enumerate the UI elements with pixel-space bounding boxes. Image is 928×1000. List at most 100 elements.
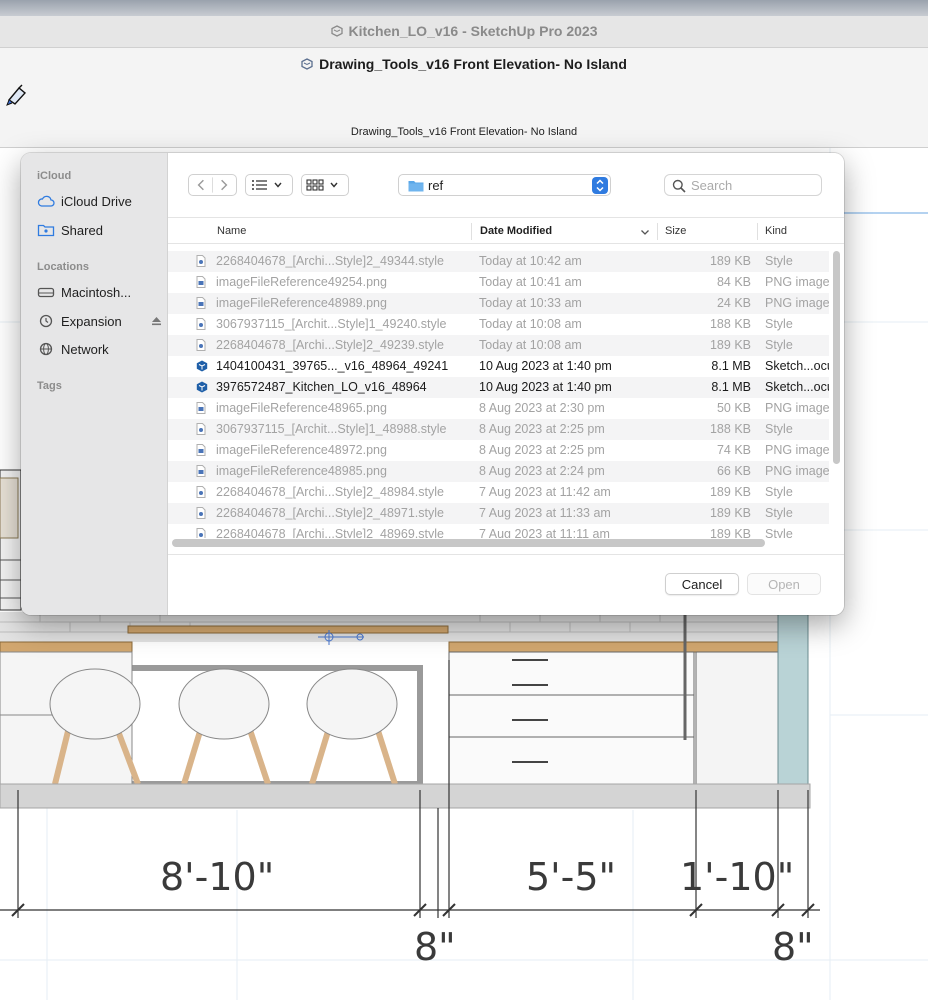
file-date: Today at 10:08 am	[479, 317, 582, 331]
open-button[interactable]: Open	[747, 573, 821, 595]
file-row[interactable]: imageFileReference48965.png 8 Aug 2023 a…	[168, 398, 829, 419]
dialog-footer: Cancel Open	[168, 554, 844, 615]
file-name: 3067937115_[Archit...Style]1_49240.style	[216, 317, 447, 331]
up-down-chevron-icon	[596, 179, 604, 192]
dimension-label-island: 8'-10"	[160, 855, 275, 899]
image-file-icon	[196, 276, 206, 288]
file-icon	[196, 486, 206, 498]
file-row[interactable]: imageFileReference48972.png 8 Aug 2023 a…	[168, 440, 829, 461]
file-kind: Style	[765, 422, 793, 436]
column-header-date[interactable]: Date Modified	[480, 225, 552, 237]
image-file-icon	[196, 444, 206, 456]
sidebar-item-icloud-drive[interactable]: iCloud Drive	[37, 189, 167, 213]
file-name: 1404100431_39765..._v16_48964_49241	[216, 359, 449, 373]
search-icon	[672, 179, 686, 193]
file-row[interactable]: imageFileReference48989.png Today at 10:…	[168, 293, 829, 314]
sidebar-item-expansion[interactable]: Expansion	[37, 309, 167, 333]
dimension-label-gap-left: 8"	[414, 925, 456, 969]
file-name: 2268404678_[Archi...Style]2_49239.style	[216, 338, 444, 352]
paint-bucket-icon[interactable]	[3, 82, 29, 108]
right-countertop	[448, 641, 780, 653]
column-header: Name Date Modified Size Kind	[168, 217, 844, 244]
file-row[interactable]: imageFileReference48985.png 8 Aug 2023 a…	[168, 461, 829, 482]
back-forward-icons	[197, 177, 228, 193]
file-row[interactable]: 3976572487_Kitchen_LO_v16_48964 10 Aug 2…	[168, 377, 829, 398]
file-icon	[196, 255, 206, 267]
folder-icon	[408, 181, 424, 192]
horizontal-scrollbar[interactable]	[172, 539, 765, 547]
globe-icon	[39, 342, 53, 356]
path-popup-label: ref	[428, 178, 444, 193]
file-name: 2268404678_[Archi...Style]2_48971.style	[216, 506, 444, 520]
page-label: Drawing_Tools_v16 Front Elevation- No Is…	[350, 126, 578, 138]
file-date: 7 Aug 2023 at 11:33 am	[479, 506, 611, 520]
sort-chevron-down-icon[interactable]	[640, 229, 650, 236]
file-name: 2268404678_[Archi...Style]2_48984.style	[216, 485, 444, 499]
sidebar-section-locations: Locations	[37, 261, 89, 273]
file-row[interactable]: 2268404678_[Archi...Style]2_48971.style …	[168, 503, 829, 524]
file-row[interactable]: 3067937115_[Archit...Style]1_48988.style…	[168, 419, 829, 440]
sidebar-item-network[interactable]: Network	[37, 337, 167, 361]
tall-cabinet	[695, 651, 779, 785]
app-title-bar: Kitchen_LO_v16 - SketchUp Pro 2023	[0, 16, 928, 48]
back-icon[interactable]	[197, 179, 204, 191]
sidebar-item-shared[interactable]: Shared	[37, 218, 167, 242]
file-size: 189 KB	[709, 254, 751, 268]
file-kind: Sketch...ocument	[765, 380, 829, 394]
file-row[interactable]: 1404100431_39765..._v16_48964_49241 10 A…	[168, 356, 829, 377]
list-view-button[interactable]	[245, 174, 293, 196]
column-separator[interactable]	[757, 223, 758, 240]
file-date: 7 Aug 2023 at 11:11 am	[479, 527, 610, 538]
file-row[interactable]: 2268404678_[Archi...Style]2_49344.style …	[168, 251, 829, 272]
file-size: 189 KB	[709, 338, 751, 352]
column-header-kind[interactable]: Kind	[765, 225, 787, 237]
search-input[interactable]	[691, 177, 811, 193]
file-size: 66 KB	[716, 464, 751, 478]
vertical-scrollbar[interactable]	[833, 251, 840, 464]
sidebar-item-label: Macintosh...	[61, 284, 132, 300]
grid-view-icon	[306, 179, 338, 191]
file-size: 188 KB	[709, 422, 751, 436]
eject-icon[interactable]	[151, 316, 162, 326]
search-field[interactable]	[664, 174, 822, 196]
group-view-button[interactable]	[301, 174, 349, 196]
forward-icon[interactable]	[221, 179, 228, 191]
column-separator[interactable]	[657, 223, 658, 240]
cancel-button[interactable]: Cancel	[665, 573, 739, 595]
file-size: 188 KB	[709, 317, 751, 331]
file-kind: PNG image	[765, 401, 829, 415]
file-size: 84 KB	[716, 275, 751, 289]
file-kind: Style	[765, 338, 793, 352]
file-name: imageFileReference48985.png	[216, 464, 387, 478]
file-date: Today at 10:42 am	[479, 254, 582, 268]
file-size: 50 KB	[716, 401, 751, 415]
document-toolbar: Drawing_Tools_v16 Front Elevation- No Is…	[0, 48, 928, 148]
file-name: 3067937115_[Archit...Style]1_48988.style	[216, 422, 447, 436]
column-separator[interactable]	[471, 223, 472, 240]
file-list: 2268404678_[Archi...Style]2_49344.style …	[168, 251, 829, 538]
file-size: 189 KB	[709, 527, 751, 538]
file-date: 8 Aug 2023 at 2:30 pm	[479, 401, 605, 415]
file-date: Today at 10:08 am	[479, 338, 582, 352]
file-row[interactable]: 2268404678_[Archi...Style]2_48984.style …	[168, 482, 829, 503]
file-date: Today at 10:41 am	[479, 275, 582, 289]
sketchup-file-icon	[196, 381, 208, 393]
sidebar-item-label: Network	[61, 341, 109, 357]
file-row[interactable]: 2268404678_[Archi...Style]2_49239.style …	[168, 335, 829, 356]
cloud-icon	[37, 195, 55, 207]
file-kind: PNG image	[765, 275, 829, 289]
left-countertop	[0, 641, 133, 653]
image-file-icon	[196, 402, 206, 414]
path-popup[interactable]: ref	[398, 174, 611, 196]
column-header-name[interactable]: Name	[217, 225, 246, 237]
file-date: 8 Aug 2023 at 2:25 pm	[479, 443, 605, 457]
column-header-size[interactable]: Size	[665, 225, 686, 237]
file-name: 2268404678_[Archi...Style]2_49344.style	[216, 254, 444, 268]
file-row[interactable]: 2268404678_[Archi...Style]2_48969.style …	[168, 524, 829, 538]
sidebar-item-macintosh[interactable]: Macintosh...	[37, 280, 167, 304]
file-row[interactable]: imageFileReference49254.png Today at 10:…	[168, 272, 829, 293]
path-stepper[interactable]	[592, 177, 608, 194]
file-size: 8.1 MB	[711, 359, 751, 373]
file-row[interactable]: 3067937115_[Archit...Style]1_49240.style…	[168, 314, 829, 335]
file-kind: Style	[765, 254, 793, 268]
